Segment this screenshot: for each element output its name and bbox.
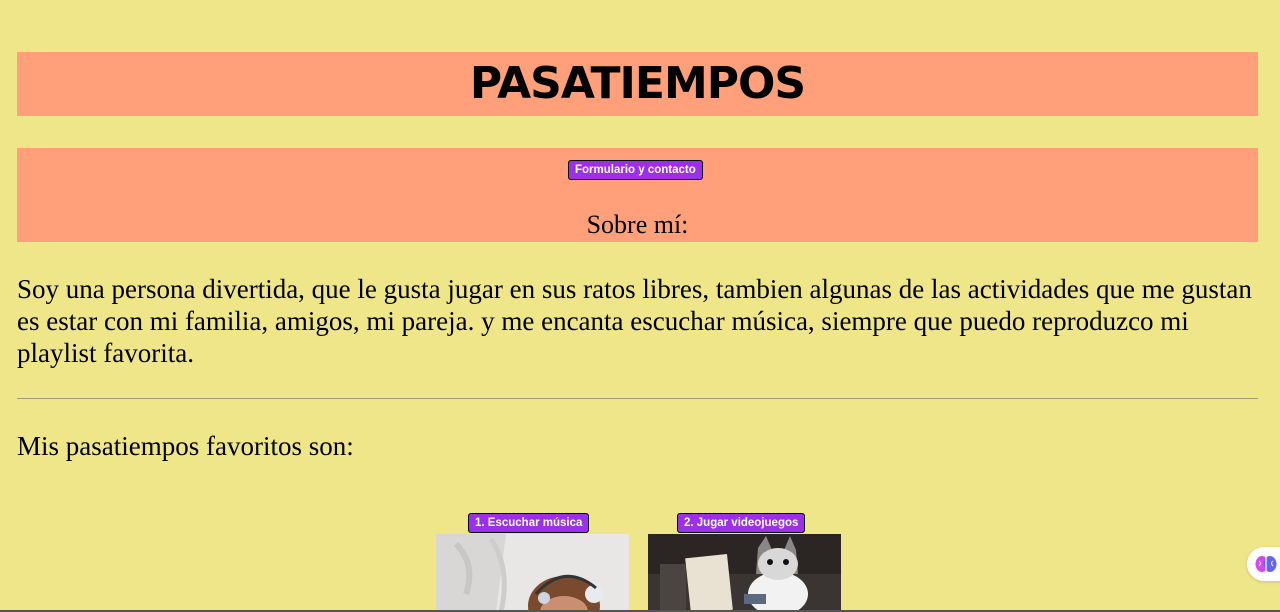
contact-form-button[interactable]: Formulario y contacto xyxy=(568,160,703,180)
header-banner: PASATIEMPOS xyxy=(17,52,1258,116)
monkey-headphones-image xyxy=(436,534,629,612)
page-title: PASATIEMPOS xyxy=(469,58,806,109)
about-heading: Sobre mí: xyxy=(586,210,689,239)
hobbies-intro: Mis pasatiempos favoritos son: xyxy=(17,431,354,461)
cat-gaming-image xyxy=(648,534,841,612)
assistant-widget[interactable] xyxy=(1247,547,1280,581)
bio-paragraph: Soy una persona divertida, que le gusta … xyxy=(17,274,1252,368)
hobby-videogames-button[interactable]: 2. Jugar videojuegos xyxy=(677,513,806,533)
nav-banner: Formulario y contacto Sobre mí: xyxy=(17,148,1258,242)
hobby-music-button[interactable]: 1. Escuchar música xyxy=(468,513,590,533)
brain-icon xyxy=(1255,556,1277,572)
section-divider xyxy=(17,398,1258,399)
